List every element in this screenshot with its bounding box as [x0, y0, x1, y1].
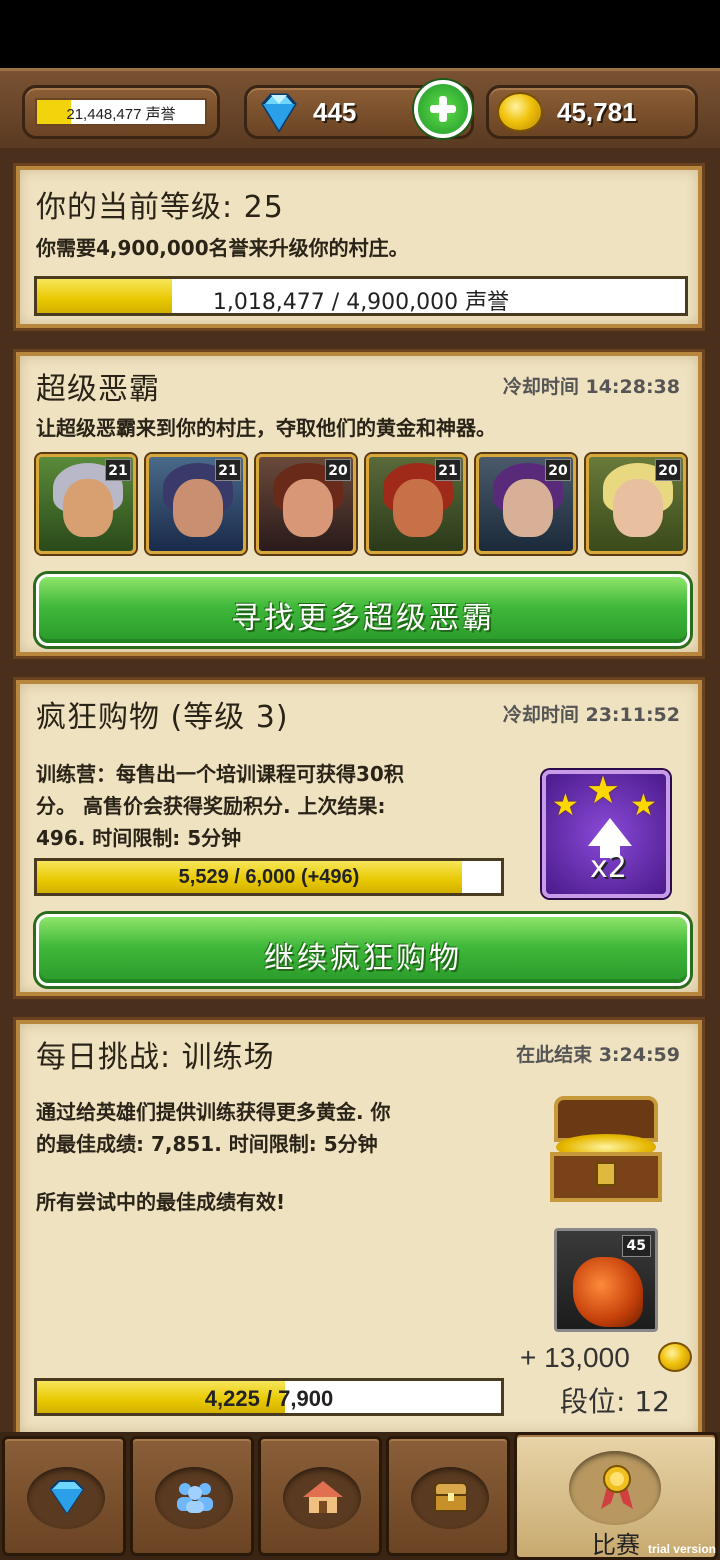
- boost-card[interactable]: ★ ★ ★ x2: [542, 768, 670, 898]
- level-panel: 你的当前等级: 25 你需要4,900,000名誉来升级你的村庄。 1,018,…: [16, 166, 702, 328]
- chest-icon: [434, 1482, 468, 1512]
- gold-coin-icon: [658, 1342, 692, 1372]
- gold-value: 45,781: [557, 97, 637, 127]
- hero-card[interactable]: 21: [146, 454, 246, 554]
- find-bullies-label: 寻找更多超级恶霸: [231, 601, 495, 636]
- bully-timer: 冷却时间 14:28:38: [502, 376, 680, 398]
- house-icon: [303, 1481, 343, 1513]
- daily-challenge-panel: 每日挑战: 训练场 在此结束 3:24:59 通过给英雄们提供训练获得更多黄金.…: [16, 1020, 702, 1432]
- fame-counter: 21,448,477 声誉: [22, 85, 220, 139]
- hero-face: [503, 479, 553, 537]
- shopping-desc-line: 496. 时间限制: 5分钟: [36, 826, 242, 850]
- nav-shop-button[interactable]: [2, 1436, 126, 1556]
- nav-tournament-button[interactable]: 比赛: [514, 1432, 718, 1560]
- daily-desc-line: 通过给英雄们提供训练获得更多黄金. 你: [36, 1100, 391, 1124]
- shopping-title: 疯狂购物 (等级 3): [36, 700, 289, 735]
- hero-level-badge: 21: [435, 459, 461, 481]
- daily-note: 所有尝试中的最佳成绩有效!: [36, 1190, 286, 1214]
- shopping-desc-line: 训练营：每售出一个培训课程可获得30积: [36, 762, 404, 786]
- trial-watermark: trial version: [647, 1542, 716, 1556]
- status-bar: [0, 0, 720, 68]
- hero-face: [613, 479, 663, 537]
- nav-village-button[interactable]: [258, 1436, 382, 1556]
- hero-level-badge: 20: [325, 459, 351, 481]
- hero-level-badge: 21: [105, 459, 131, 481]
- hero-face: [173, 479, 223, 537]
- daily-desc: 通过给英雄们提供训练获得更多黄金. 你 的最佳成绩: 7,851. 时间限制: …: [36, 1096, 391, 1160]
- buy-gems-button[interactable]: [414, 80, 472, 138]
- hero-card[interactable]: 21: [366, 454, 466, 554]
- daily-progress-bar: 4,225 / 7,900: [34, 1378, 504, 1416]
- star-icon: ★: [630, 788, 657, 823]
- find-bullies-button[interactable]: 寻找更多超级恶霸: [36, 574, 690, 646]
- nav-inventory-button[interactable]: [386, 1436, 510, 1556]
- daily-title: 每日挑战: 训练场: [36, 1040, 275, 1075]
- dragon-icon: [573, 1257, 643, 1327]
- shopping-progress-text: 5,529 / 6,000 (+496): [178, 866, 360, 888]
- hero-face: [283, 479, 333, 537]
- shopping-desc-line: 分。 高售价会获得奖励积分. 上次结果:: [36, 794, 386, 818]
- bottom-nav: 比赛: [0, 1432, 720, 1560]
- gold-coin-icon: [497, 92, 543, 132]
- daily-progress-text: 4,225 / 7,900: [204, 1386, 334, 1411]
- medal-icon: [601, 1465, 633, 1509]
- hero-level-badge: 20: [545, 459, 571, 481]
- shopping-progress-bar: 5,529 / 6,000 (+496): [34, 858, 504, 896]
- treasure-chest-icon: [546, 1090, 666, 1210]
- level-progress-text: 1,018,477 / 4,900,000 声誉: [212, 290, 510, 315]
- level-desc: 你需要4,900,000名誉来升级你的村庄。: [36, 236, 409, 260]
- diamond-icon: [261, 93, 297, 133]
- dragon-level-badge: 45: [621, 1235, 651, 1257]
- hero-card[interactable]: 20: [256, 454, 356, 554]
- star-icon: ★: [552, 788, 579, 823]
- gems-value: 445: [313, 97, 357, 127]
- level-progress-bar: 1,018,477 / 4,900,000 声誉: [34, 276, 688, 316]
- hero-level-badge: 21: [215, 459, 241, 481]
- gold-counter: 45,781: [486, 85, 698, 139]
- hero-card[interactable]: 20: [586, 454, 686, 554]
- hero-face: [63, 479, 113, 537]
- continue-shopping-button[interactable]: 继续疯狂购物: [36, 914, 690, 986]
- hero-list: 21 21 20 21 20 20: [36, 454, 696, 556]
- hero-level-badge: 20: [655, 459, 681, 481]
- daily-desc-line: 的最佳成绩: 7,851. 时间限制: 5分钟: [36, 1132, 378, 1156]
- bully-title: 超级恶霸: [36, 372, 160, 407]
- fame-progress: 21,448,477 声誉: [35, 98, 207, 126]
- hero-card[interactable]: 20: [476, 454, 576, 554]
- arrow-up-icon: [588, 818, 632, 846]
- level-title: 你的当前等级: 25: [36, 190, 284, 225]
- bully-desc: 让超级恶霸来到你的村庄，夺取他们的黄金和神器。: [36, 416, 496, 440]
- resource-bar: 21,448,477 声誉 445 45,781: [0, 68, 720, 148]
- rank-text: 段位: 12: [560, 1385, 670, 1418]
- nav-heroes-button[interactable]: [130, 1436, 254, 1556]
- fame-text: 21,448,477 声誉: [66, 106, 176, 123]
- gold-reward: + 13,000: [520, 1342, 630, 1373]
- dragon-reward-card[interactable]: 45: [554, 1228, 658, 1332]
- continue-shopping-label: 继续疯狂购物: [264, 941, 462, 976]
- star-icon: ★: [586, 768, 621, 812]
- diamond-icon: [49, 1480, 85, 1515]
- people-icon: [177, 1483, 213, 1513]
- hero-card[interactable]: 21: [36, 454, 136, 554]
- hero-face: [393, 479, 443, 537]
- daily-timer: 在此结束 3:24:59: [516, 1044, 680, 1066]
- shopping-panel: 疯狂购物 (等级 3) 冷却时间 23:11:52 训练营：每售出一个培训课程可…: [16, 680, 702, 996]
- boost-multiplier: x2: [590, 850, 627, 885]
- bully-panel: 超级恶霸 冷却时间 14:28:38 让超级恶霸来到你的村庄，夺取他们的黄金和神…: [16, 352, 702, 656]
- chest-lock: [596, 1162, 616, 1186]
- shopping-timer: 冷却时间 23:11:52: [502, 704, 680, 726]
- shopping-desc: 训练营：每售出一个培训课程可获得30积 分。 高售价会获得奖励积分. 上次结果:…: [36, 758, 404, 854]
